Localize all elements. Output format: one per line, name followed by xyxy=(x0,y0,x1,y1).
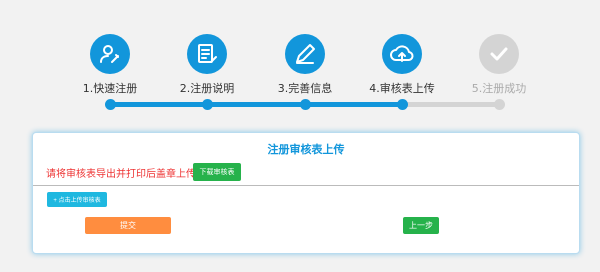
document-edit-icon xyxy=(187,34,227,74)
download-form-button[interactable]: 下载审核表 xyxy=(193,163,241,181)
user-edit-icon xyxy=(90,34,130,74)
step-dot-2 xyxy=(202,99,213,110)
pencil-icon xyxy=(285,34,325,74)
step-dot-3 xyxy=(300,99,311,110)
upload-card: 注册审核表上传 请将审核表导出并打印后盖章上传 下载审核表 + 点击上传审核表 … xyxy=(32,132,580,254)
step-label-5: 5.注册成功 xyxy=(471,82,527,95)
cloud-upload-icon xyxy=(382,34,422,74)
step-label-4: 4.审核表上传 xyxy=(369,82,435,95)
step-label-1: 1.快速注册 xyxy=(82,82,138,95)
step-dot-1 xyxy=(105,99,116,110)
step-dot-4 xyxy=(397,99,408,110)
card-title: 注册审核表上传 xyxy=(267,143,345,156)
progress-track-inactive xyxy=(400,102,500,107)
previous-step-button[interactable]: 上一步 xyxy=(403,217,439,234)
step-label-3: 3.完善信息 xyxy=(277,82,333,95)
registration-steps: 1.快速注册 2.注册说明 3.完善信息 4.审核表上传 5.注册成功 xyxy=(0,0,600,120)
step-dot-5 xyxy=(494,99,505,110)
step-label-2: 2.注册说明 xyxy=(179,82,235,95)
checkmark-icon xyxy=(479,34,519,74)
divider xyxy=(33,185,579,186)
upload-instruction: 请将审核表导出并打印后盖章上传 xyxy=(46,169,196,180)
progress-track-active xyxy=(108,102,403,107)
upload-form-button[interactable]: + 点击上传审核表 xyxy=(47,192,107,207)
submit-button[interactable]: 提交 xyxy=(85,217,171,234)
